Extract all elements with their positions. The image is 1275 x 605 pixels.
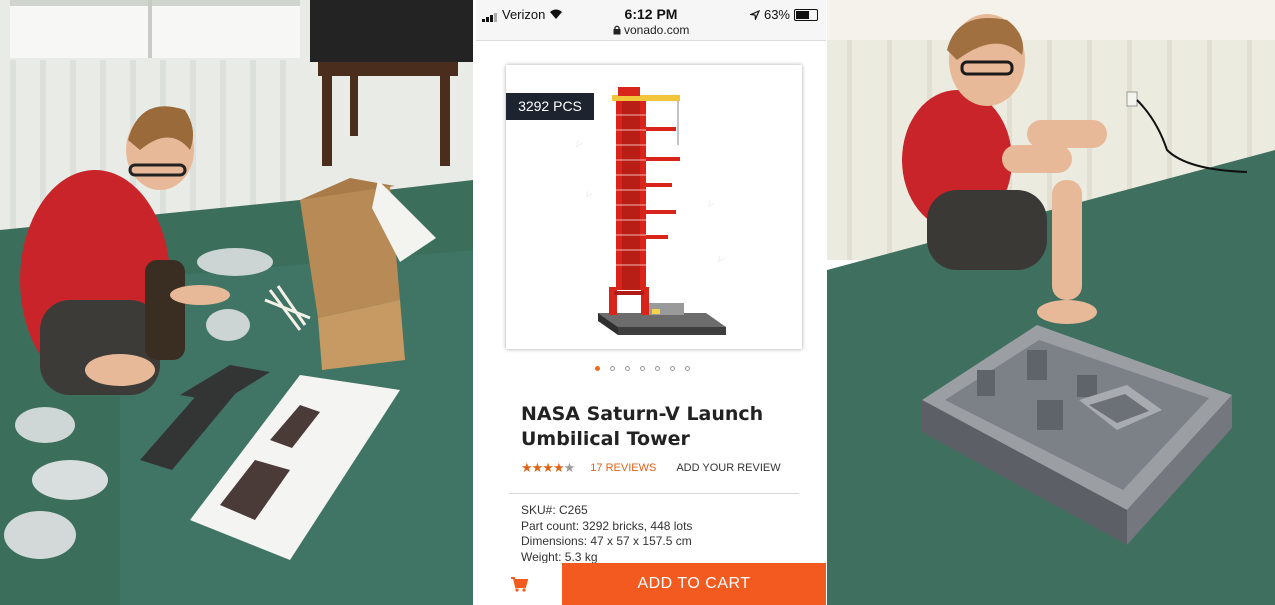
carousel-dot[interactable] bbox=[670, 366, 675, 371]
reviews-link[interactable]: 17 REVIEWS bbox=[590, 462, 656, 474]
cart-icon bbox=[511, 577, 528, 592]
piece-count-badge: 3292 PCS bbox=[506, 93, 594, 120]
svg-text:V: V bbox=[715, 253, 726, 265]
lock-icon bbox=[613, 25, 621, 35]
carousel-dot[interactable] bbox=[610, 366, 615, 371]
star-rating: ★★★★★ bbox=[521, 460, 575, 475]
image-carousel-dots[interactable] bbox=[595, 366, 690, 371]
carousel-dot[interactable] bbox=[595, 366, 600, 371]
svg-text:V: V bbox=[705, 198, 716, 210]
location-arrow-icon bbox=[749, 9, 760, 20]
carousel-dot[interactable] bbox=[640, 366, 645, 371]
spec-dimensions: Dimensions: 47 x 57 x 157.5 cm bbox=[521, 534, 692, 548]
left-photo bbox=[0, 0, 473, 605]
svg-text:V: V bbox=[573, 138, 584, 150]
spec-part-count: Part count: 3292 bricks, 448 lots bbox=[521, 518, 693, 533]
carousel-dot[interactable] bbox=[625, 366, 630, 371]
add-to-cart-button[interactable]: ADD TO CART bbox=[562, 563, 826, 605]
product-title: NASA Saturn-V Launch Umbilical Tower bbox=[521, 403, 764, 450]
divider bbox=[509, 493, 799, 494]
cart-button[interactable] bbox=[476, 563, 562, 605]
svg-text:V: V bbox=[583, 188, 594, 200]
phone-screenshot: Verizon 6:12 PM 63% vonado.com V V V V 3… bbox=[476, 0, 826, 605]
rating-row: ★★★★★ 17 REVIEWS ADD YOUR REVIEW bbox=[521, 460, 781, 476]
right-photo bbox=[827, 0, 1275, 605]
spec-sku: SKU#: C265 bbox=[521, 503, 588, 517]
status-bar: Verizon 6:12 PM 63% vonado.com bbox=[476, 0, 826, 41]
battery-icon bbox=[794, 8, 818, 21]
add-review-link[interactable]: ADD YOUR REVIEW bbox=[676, 462, 780, 474]
carousel-dot[interactable] bbox=[685, 366, 690, 371]
carousel-dot[interactable] bbox=[655, 366, 660, 371]
product-specs: SKU#: C265 Part count: 3292 bricks, 448 … bbox=[521, 503, 692, 565]
url-text: vonado.com bbox=[623, 23, 690, 37]
url-bar[interactable]: vonado.com bbox=[476, 23, 826, 37]
battery-info: 63% bbox=[749, 7, 818, 22]
cart-bar: ADD TO CART bbox=[476, 563, 826, 605]
battery-percent: 63% bbox=[763, 7, 790, 22]
